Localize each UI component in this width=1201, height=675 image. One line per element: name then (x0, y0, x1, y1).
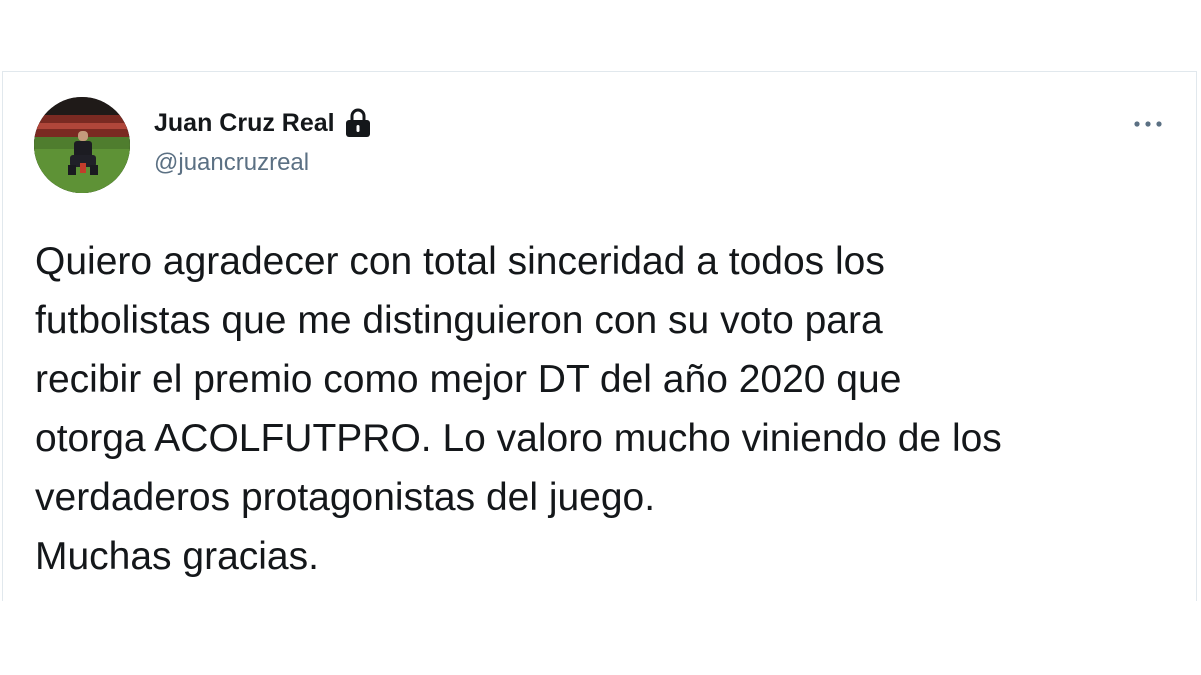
lock-icon (343, 107, 373, 139)
avatar[interactable] (34, 97, 130, 193)
tweet-card: Juan Cruz Real @juancruzreal Quiero agra… (2, 71, 1197, 601)
avatar-photo (34, 97, 130, 193)
author-display-name[interactable]: Juan Cruz Real (154, 108, 335, 138)
more-options-button[interactable] (1128, 112, 1168, 136)
author-name-row: Juan Cruz Real (154, 107, 373, 139)
author-handle[interactable]: @juancruzreal (154, 148, 309, 178)
tweet-text: Quiero agradecer con total sinceridad a … (35, 240, 1002, 578)
more-horizontal-icon (1134, 121, 1162, 127)
